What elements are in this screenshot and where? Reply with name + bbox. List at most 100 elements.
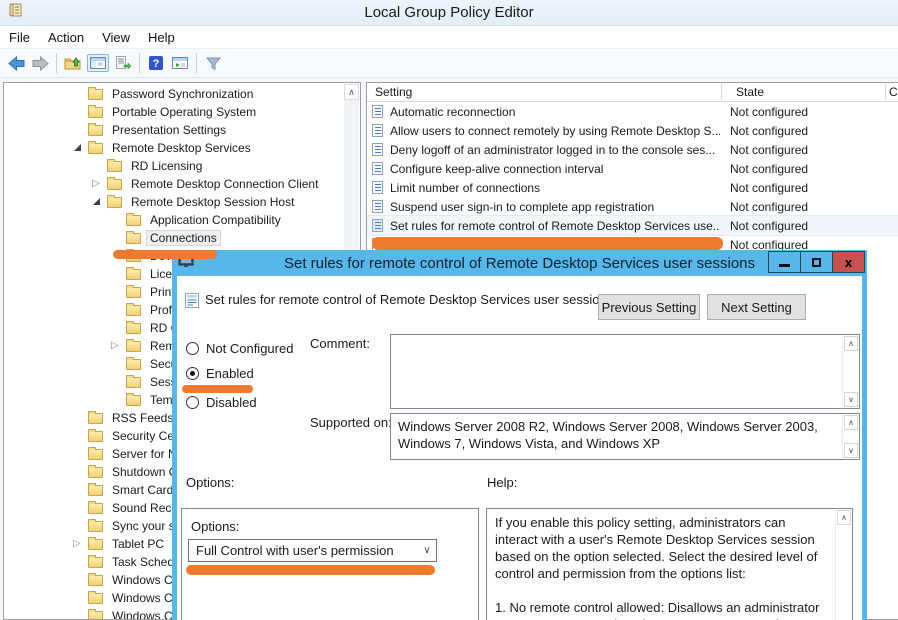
minimize-button[interactable] — [768, 251, 801, 273]
folder-icon — [88, 557, 103, 568]
radio-icon[interactable] — [186, 342, 199, 355]
maximize-button[interactable] — [800, 251, 833, 273]
menu-action[interactable]: Action — [39, 28, 93, 47]
menu-bar: File Action View Help — [0, 26, 898, 48]
setting-name: Allow users to connect remotely by using… — [390, 124, 720, 138]
scroll-up-icon[interactable]: ∧ — [844, 415, 858, 430]
setting-icon — [372, 200, 383, 213]
comment-textarea[interactable]: ∧ ∨ — [390, 334, 860, 409]
previous-setting-button[interactable]: Previous Setting — [598, 294, 700, 320]
tree-item[interactable]: ▷Remote Desktop Connection Client — [87, 175, 344, 193]
radio-disabled[interactable]: Disabled — [186, 394, 257, 410]
help-icon[interactable]: ? — [144, 51, 168, 75]
setting-row[interactable]: Configure keep-alive connection interval… — [367, 159, 898, 178]
menu-help[interactable]: Help — [139, 28, 184, 47]
tree-arrow-spacer — [68, 464, 88, 480]
help-scrollbar[interactable]: ∧ ∨ — [835, 510, 851, 620]
comment-scrollbar[interactable]: ∧ ∨ — [842, 336, 858, 407]
dropdown-value: Full Control with user's permission — [196, 543, 418, 558]
show-properties-window-icon[interactable] — [168, 51, 192, 75]
setting-state: Not configured — [730, 105, 808, 119]
chevron-down-icon: ∨ — [418, 545, 436, 556]
list-header: Setting State Comment — [367, 83, 898, 102]
setting-name: Configure keep-alive connection interval — [390, 162, 720, 176]
setting-row[interactable]: Automatic reconnectionNot configured — [367, 102, 898, 121]
folder-icon — [88, 143, 103, 154]
help-panel: If you enable this policy setting, admin… — [486, 508, 853, 620]
setting-state: Not configured — [730, 181, 808, 195]
column-header-comment[interactable]: Comment — [889, 85, 898, 99]
folder-icon — [126, 215, 141, 226]
tree-item[interactable]: Application Compatibility — [106, 211, 344, 229]
folder-icon — [126, 359, 141, 370]
tree-item[interactable]: Presentation Settings — [68, 121, 344, 139]
column-header-setting[interactable]: Setting — [375, 85, 412, 99]
window-titlebar: Local Group Policy Editor — [0, 0, 898, 26]
folder-icon — [126, 287, 141, 298]
scroll-down-icon[interactable]: ∨ — [844, 392, 858, 407]
supported-scrollbar[interactable]: ∧ ∨ — [842, 415, 858, 458]
tree-item[interactable]: Connections — [106, 229, 344, 247]
folder-icon — [88, 431, 103, 442]
setting-row[interactable]: Set rules for remote control of Remote D… — [367, 216, 898, 235]
comment-label: Comment: — [310, 336, 370, 351]
setting-row[interactable]: Deny logoff of an administrator logged i… — [367, 140, 898, 159]
folder-icon — [88, 89, 103, 100]
show-console-tree-icon[interactable] — [87, 54, 109, 72]
back-arrow-icon[interactable] — [4, 51, 28, 75]
tree-item-label: Password Synchronization — [109, 87, 256, 101]
menu-file[interactable]: File — [0, 28, 39, 47]
folder-icon — [107, 179, 122, 190]
radio-icon-selected[interactable] — [186, 367, 199, 380]
folder-icon — [88, 449, 103, 460]
tree-item-label: Tablet PC — [109, 537, 167, 551]
setting-icon — [372, 181, 383, 194]
column-header-state[interactable]: State — [736, 85, 764, 99]
forward-arrow-icon[interactable] — [28, 51, 52, 75]
setting-row[interactable]: Suspend user sign-in to complete app reg… — [367, 197, 898, 216]
collapsed-arrow-icon[interactable]: ▷ — [87, 176, 107, 192]
radio-enabled[interactable]: Enabled — [186, 365, 254, 381]
scroll-up-icon[interactable]: ∧ — [344, 84, 359, 100]
expanded-arrow-icon[interactable] — [87, 194, 107, 210]
scroll-up-icon[interactable]: ∧ — [837, 510, 851, 525]
setting-name: Deny logoff of an administrator logged i… — [390, 143, 720, 157]
setting-row[interactable]: Limit number of connectionsNot configure… — [367, 178, 898, 197]
dialog-title: Set rules for remote control of Remote D… — [172, 255, 867, 272]
help-text: If you enable this policy setting, admin… — [495, 514, 828, 620]
collapsed-arrow-icon[interactable]: ▷ — [106, 338, 126, 354]
scroll-up-icon[interactable]: ∧ — [844, 336, 858, 351]
setting-row[interactable]: Allow users to connect remotely by using… — [367, 121, 898, 140]
next-setting-button[interactable]: Next Setting — [707, 294, 806, 320]
export-list-icon[interactable] — [111, 51, 135, 75]
close-icon: x — [845, 256, 852, 269]
radio-label: Disabled — [206, 395, 257, 410]
expanded-arrow-icon[interactable] — [68, 140, 88, 156]
scroll-down-icon[interactable]: ∨ — [844, 443, 858, 458]
tree-item[interactable]: Remote Desktop Session Host — [87, 193, 344, 211]
tree-item[interactable]: Password Synchronization — [68, 85, 344, 103]
column-divider[interactable] — [885, 84, 886, 100]
tree-arrow-spacer — [106, 392, 126, 408]
menu-view[interactable]: View — [93, 28, 139, 47]
tree-item[interactable]: Portable Operating System — [68, 103, 344, 121]
tree-item-label: Portable Operating System — [109, 105, 259, 119]
minimize-icon — [779, 264, 790, 267]
tree-arrow-spacer — [106, 374, 126, 390]
tree-arrow-spacer — [68, 608, 88, 620]
svg-text:?: ? — [153, 58, 160, 70]
folder-icon — [88, 503, 103, 514]
setting-state: Not configured — [730, 143, 808, 157]
tree-item[interactable]: RD Licensing — [87, 157, 344, 175]
close-button[interactable]: x — [832, 251, 865, 273]
tree-item[interactable]: Remote Desktop Services — [68, 139, 344, 157]
setting-state: Not configured — [730, 124, 808, 138]
column-divider[interactable] — [721, 84, 722, 100]
radio-icon[interactable] — [186, 396, 199, 409]
setting-icon — [372, 124, 383, 137]
filter-icon[interactable] — [201, 51, 225, 75]
remote-control-level-dropdown[interactable]: Full Control with user's permission ∨ — [188, 539, 437, 562]
up-one-level-folder-icon[interactable] — [61, 51, 85, 75]
collapsed-arrow-icon[interactable]: ▷ — [68, 536, 88, 552]
radio-not-configured[interactable]: Not Configured — [186, 340, 293, 356]
